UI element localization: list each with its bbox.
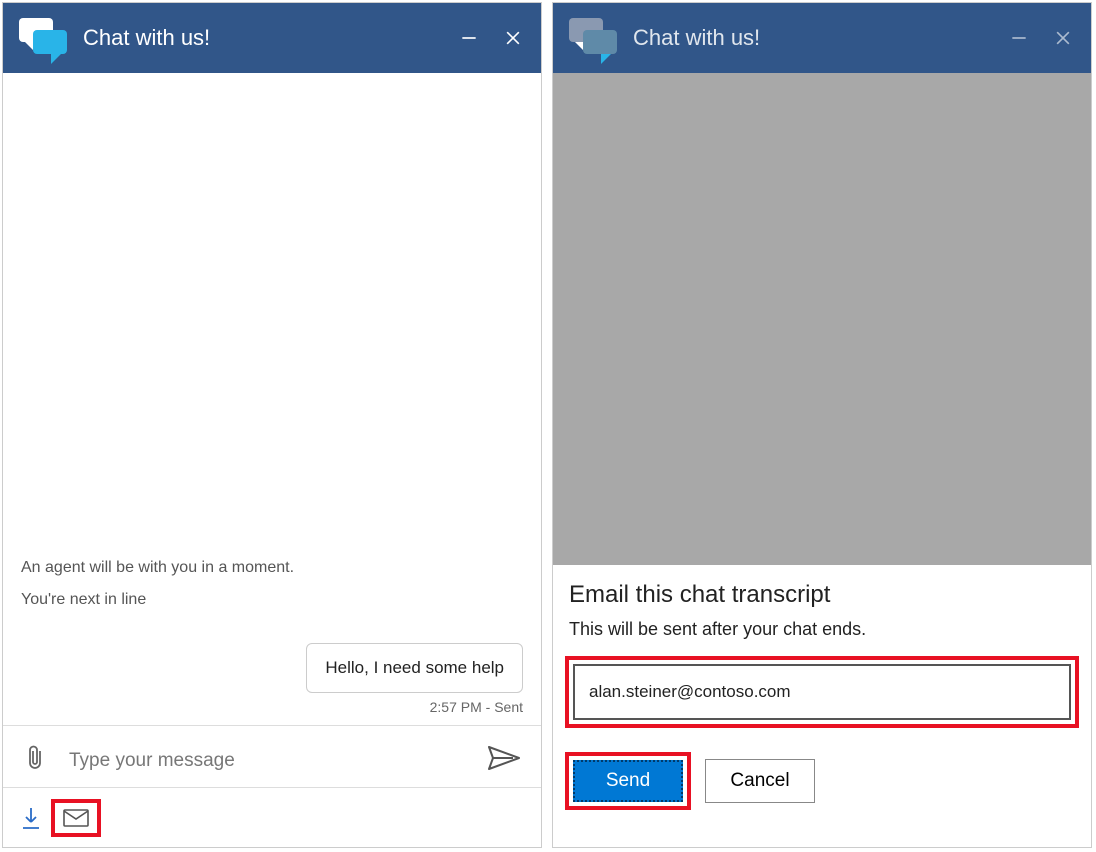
close-icon	[1053, 28, 1073, 48]
email-transcript-button-highlight	[55, 803, 97, 833]
chat-body: An agent will be with you in a moment. Y…	[3, 73, 541, 725]
close-button[interactable]	[501, 26, 525, 50]
header-actions	[1007, 26, 1075, 50]
send-button-highlight: Send	[565, 752, 691, 810]
send-button[interactable]	[487, 745, 521, 776]
minimize-button[interactable]	[457, 26, 481, 50]
download-icon	[21, 806, 41, 830]
outgoing-message: Hello, I need some help	[306, 643, 523, 693]
chat-footer	[3, 787, 541, 847]
email-sheet-buttons: Send Cancel	[563, 752, 1081, 810]
message-input[interactable]	[67, 749, 487, 773]
chat-header: Chat with us!	[553, 3, 1091, 73]
attach-button[interactable]	[23, 744, 47, 777]
composer	[3, 725, 541, 787]
chat-window-right: Chat with us! An agent will be with you …	[552, 2, 1092, 848]
system-message: An agent will be with you in a moment.	[21, 559, 523, 577]
email-sheet-subtitle: This will be sent after your chat ends.	[569, 619, 1081, 640]
chat-logo-icon	[19, 18, 67, 58]
close-icon	[503, 28, 523, 48]
send-icon	[487, 745, 521, 771]
chat-title: Chat with us!	[83, 25, 457, 51]
email-input[interactable]	[573, 664, 1071, 720]
minimize-button[interactable]	[1007, 26, 1031, 50]
close-button[interactable]	[1051, 26, 1075, 50]
chat-header: Chat with us!	[3, 3, 541, 73]
chat-window-left: Chat with us! An agent will be with you …	[2, 2, 542, 848]
email-sheet-title: Email this chat transcript	[569, 581, 1081, 609]
paperclip-icon	[23, 744, 47, 772]
minimize-icon	[459, 28, 479, 48]
system-message: You're next in line	[21, 591, 523, 609]
chat-title: Chat with us!	[633, 25, 1007, 51]
header-actions	[457, 26, 525, 50]
outgoing-message-meta: 2:57 PM - Sent	[430, 699, 523, 715]
send-button[interactable]: Send	[573, 760, 683, 802]
download-transcript-button[interactable]	[21, 806, 41, 830]
email-transcript-button[interactable]	[63, 809, 89, 827]
minimize-icon	[1009, 28, 1029, 48]
cancel-button[interactable]: Cancel	[705, 759, 815, 803]
email-input-highlight	[565, 656, 1079, 728]
mail-icon	[63, 809, 89, 827]
chat-logo-icon	[569, 18, 617, 58]
email-transcript-sheet: Email this chat transcript This will be …	[553, 565, 1091, 847]
